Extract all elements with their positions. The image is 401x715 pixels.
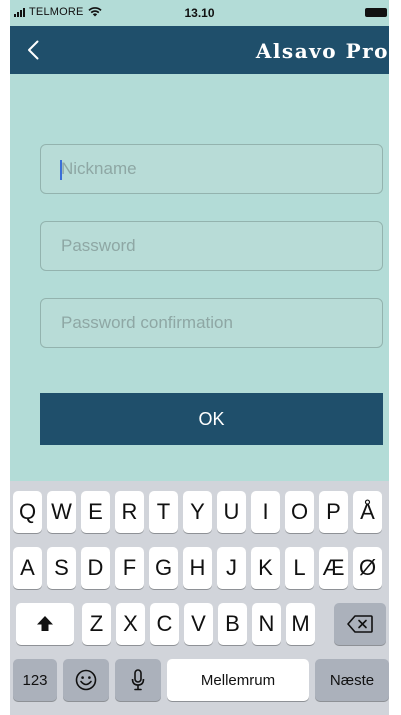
nickname-field-box (40, 144, 383, 194)
key-row2-9[interactable]: Æ (319, 547, 348, 589)
key-row2-6[interactable]: J (217, 547, 246, 589)
key-row2-2[interactable]: D (81, 547, 110, 589)
ok-button[interactable]: OK (40, 393, 383, 445)
key-row2-0[interactable]: A (13, 547, 42, 589)
registration-form: OK (10, 74, 389, 481)
chevron-left-icon (28, 40, 39, 60)
emoji-key[interactable] (63, 659, 109, 701)
microphone-icon (131, 669, 145, 691)
key-row3-4[interactable]: B (218, 603, 247, 645)
back-button[interactable] (18, 34, 48, 66)
keyboard: 123 Mellemrum Næste QWERTYUIOPÅ ASDFGHJKL… (10, 481, 389, 715)
smiley-icon (75, 669, 97, 691)
status-bar: TELMORE 13.10 (10, 0, 389, 26)
shift-key[interactable] (16, 603, 74, 645)
page-title: Alsavo Pro (255, 39, 389, 63)
key-row1-1[interactable]: W (47, 491, 76, 533)
key-row1-3[interactable]: R (115, 491, 144, 533)
key-row1-8[interactable]: O (285, 491, 314, 533)
key-row2-8[interactable]: L (285, 547, 314, 589)
key-row2-7[interactable]: K (251, 547, 280, 589)
space-key[interactable]: Mellemrum (167, 659, 309, 701)
numbers-key[interactable]: 123 (13, 659, 57, 701)
shift-arrow-icon (37, 616, 53, 631)
text-caret (60, 160, 62, 180)
key-row3-2[interactable]: C (150, 603, 179, 645)
phone-screen: TELMORE 13.10 Alsavo Pro O (10, 0, 389, 715)
key-row1-2[interactable]: E (81, 491, 110, 533)
screen-frame: TELMORE 13.10 Alsavo Pro O (0, 0, 401, 715)
key-row2-1[interactable]: S (47, 547, 76, 589)
key-row3-0[interactable]: Z (82, 603, 111, 645)
key-row2-4[interactable]: G (149, 547, 178, 589)
password-confirmation-field-box (40, 298, 383, 348)
backspace-key[interactable] (334, 603, 386, 645)
key-row1-6[interactable]: U (217, 491, 246, 533)
key-row2-5[interactable]: H (183, 547, 212, 589)
key-row1-4[interactable]: T (149, 491, 178, 533)
status-time: 13.10 (184, 6, 215, 20)
navigation-bar: Alsavo Pro (10, 26, 389, 74)
nickname-input[interactable] (61, 159, 362, 179)
key-row3-1[interactable]: X (116, 603, 145, 645)
backspace-icon (347, 615, 373, 633)
key-row3-3[interactable]: V (184, 603, 213, 645)
key-row1-10[interactable]: Å (353, 491, 382, 533)
key-row2-10[interactable]: Ø (353, 547, 382, 589)
battery-icon (365, 8, 387, 17)
key-row2-3[interactable]: F (115, 547, 144, 589)
password-confirmation-input[interactable] (61, 313, 362, 333)
key-row3-6[interactable]: M (286, 603, 315, 645)
password-input[interactable] (61, 236, 362, 256)
key-row1-9[interactable]: P (319, 491, 348, 533)
key-row1-0[interactable]: Q (13, 491, 42, 533)
next-key[interactable]: Næste (315, 659, 389, 701)
key-row1-5[interactable]: Y (183, 491, 212, 533)
microphone-key[interactable] (115, 659, 161, 701)
key-row3-5[interactable]: N (252, 603, 281, 645)
password-field-box (40, 221, 383, 271)
key-row1-7[interactable]: I (251, 491, 280, 533)
